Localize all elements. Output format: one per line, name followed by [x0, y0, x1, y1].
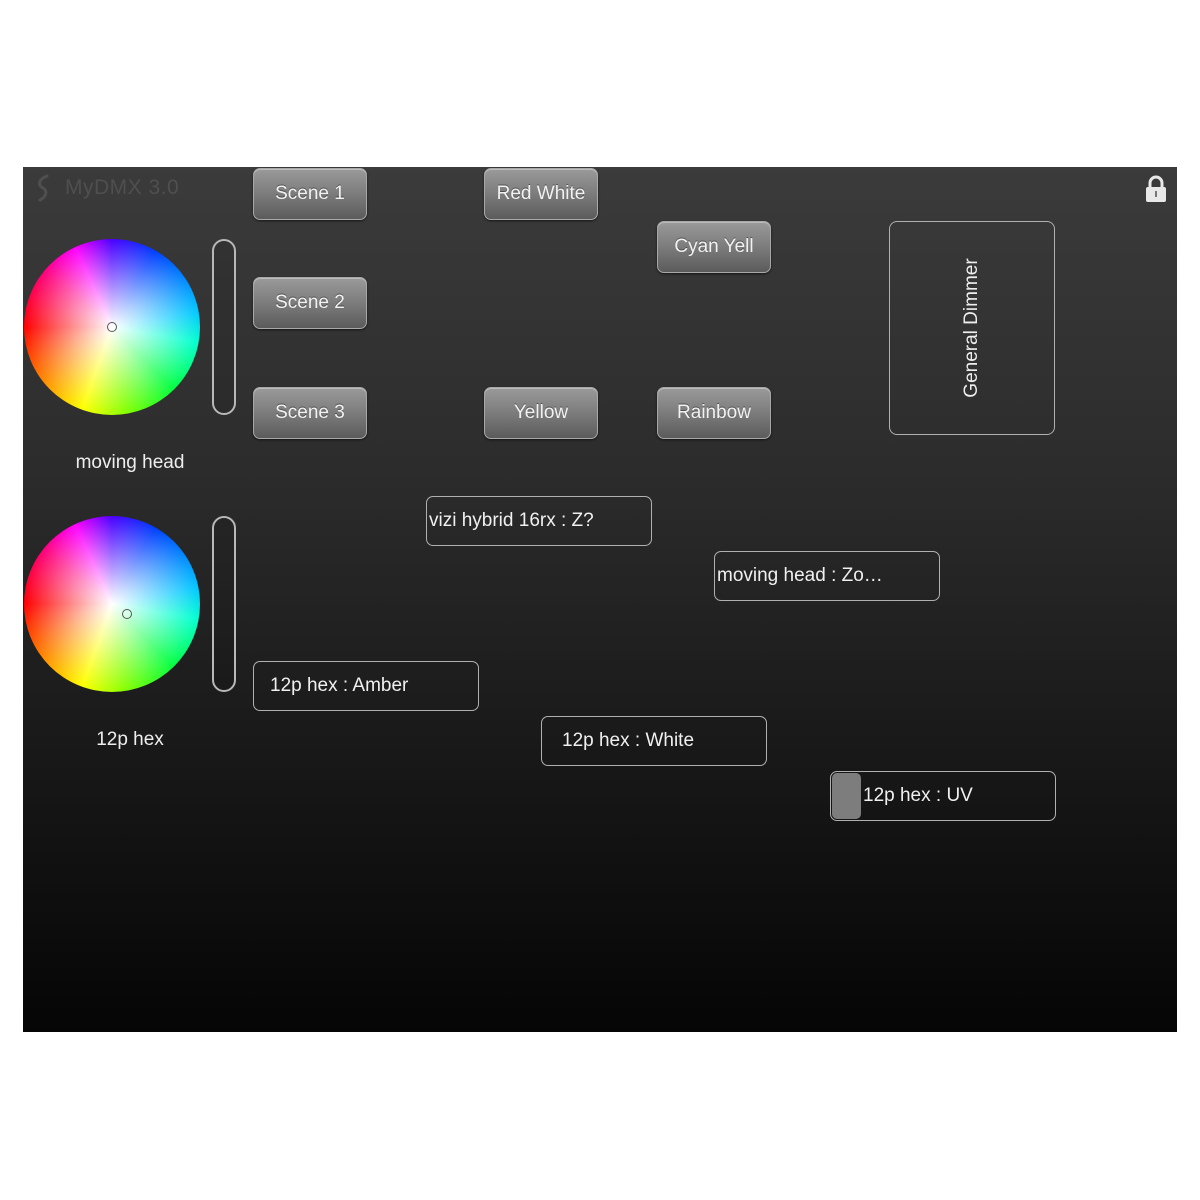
scene-button-scene-3[interactable]: Scene 3	[253, 387, 367, 439]
fader-12p-hex-amber[interactable]: 12p hex : Amber	[253, 661, 479, 711]
color-wheel-moving-head[interactable]	[24, 239, 200, 415]
color-wheel-knob[interactable]	[122, 609, 132, 619]
fader-moving-head-zoom[interactable]: moving head : Zo…	[714, 551, 940, 601]
app-screen: MyDMX 3.0 moving head 12p hex Scene 1 Sc…	[23, 167, 1177, 1032]
app-title: MyDMX 3.0	[65, 176, 180, 199]
color-wheel-12p-hex[interactable]	[24, 516, 200, 692]
intensity-slider-12p-hex[interactable]	[212, 516, 236, 692]
scene-button-red-white[interactable]: Red White	[484, 168, 598, 220]
lock-icon[interactable]	[1145, 175, 1167, 203]
scene-button-yellow[interactable]: Yellow	[484, 387, 598, 439]
general-dimmer-label: General Dimmer	[961, 258, 982, 398]
app-header: MyDMX 3.0	[33, 173, 179, 203]
fixture-label-12p-hex: 12p hex	[96, 729, 164, 750]
general-dimmer-fader[interactable]: General Dimmer	[889, 221, 1055, 435]
mydmx-logo-icon	[38, 174, 49, 202]
intensity-slider-moving-head[interactable]	[212, 239, 236, 415]
fader-label: 12p hex : Amber	[270, 675, 409, 696]
fader-label: 12p hex : UV	[863, 785, 973, 806]
fader-label: moving head : Zo…	[717, 565, 883, 586]
color-wheel-knob[interactable]	[107, 322, 117, 332]
scene-button-cyan-yell[interactable]: Cyan Yell	[657, 221, 771, 273]
fader-label: 12p hex : White	[562, 730, 695, 751]
fader-12p-hex-uv[interactable]: 12p hex : UV	[830, 771, 1056, 821]
fixture-label-moving-head: moving head	[75, 452, 185, 473]
fader-12p-hex-white[interactable]: 12p hex : White	[541, 716, 767, 766]
scene-button-scene-2[interactable]: Scene 2	[253, 277, 367, 329]
scene-button-rainbow[interactable]: Rainbow	[657, 387, 771, 439]
fader-vizi-hybrid-zoom[interactable]: vizi hybrid 16rx : Z?	[426, 496, 652, 546]
fader-label: vizi hybrid 16rx : Z?	[429, 510, 594, 531]
fader-handle[interactable]	[832, 773, 861, 819]
scene-button-scene-1[interactable]: Scene 1	[253, 168, 367, 220]
